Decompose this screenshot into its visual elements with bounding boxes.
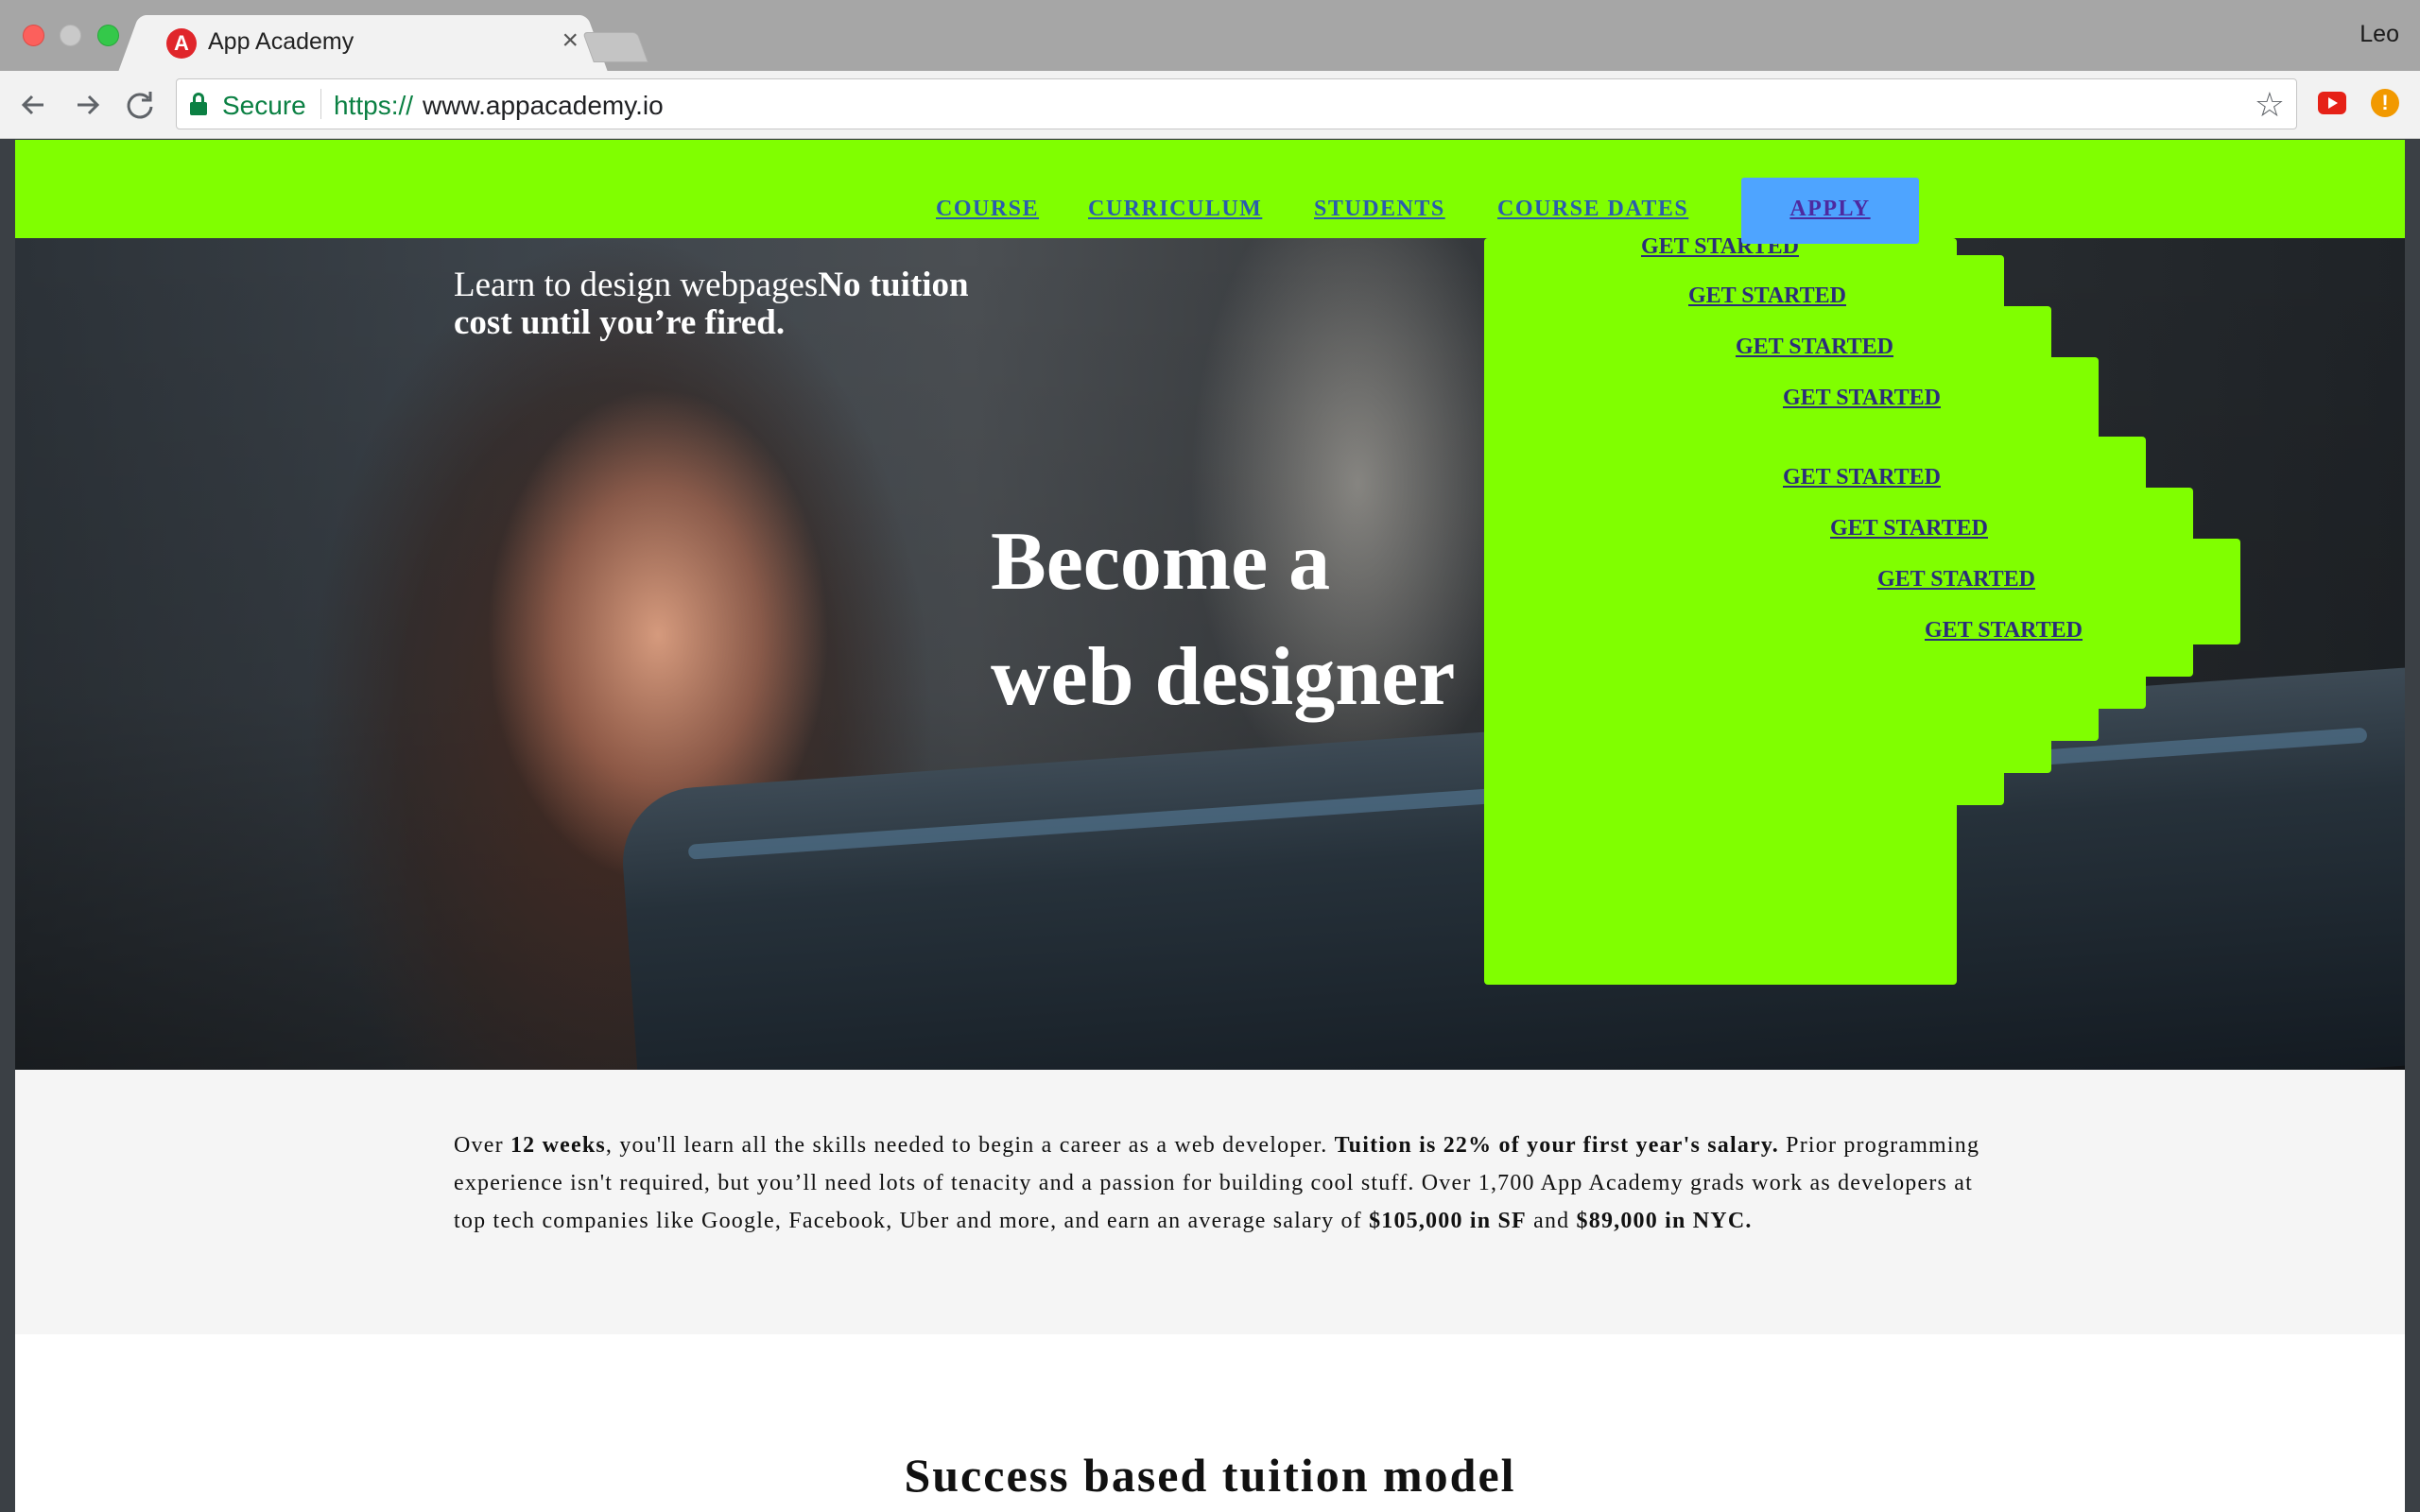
- lock-icon: [190, 93, 207, 115]
- dropdown-panel: [1484, 539, 2240, 644]
- intro-paragraph: Over 12 weeks, you'll learn all the skil…: [454, 1126, 1985, 1240]
- address-bar-divider: [320, 89, 321, 119]
- back-arrow-icon[interactable]: [13, 84, 55, 126]
- intro-highlight: Tuition is 22% of your first year's sala…: [1334, 1133, 1779, 1158]
- apply-button[interactable]: APPLY: [1741, 178, 1919, 244]
- intro-text: and: [1526, 1209, 1577, 1233]
- reload-icon[interactable]: [119, 84, 161, 126]
- intro-text: Over: [454, 1133, 510, 1158]
- alert-icon[interactable]: !: [2371, 89, 2399, 117]
- nav-link-course[interactable]: COURSE: [936, 197, 1039, 222]
- hero-headline-line-2: web designer: [991, 631, 1456, 723]
- window-close-button[interactable]: [23, 25, 44, 46]
- window-minimize-button[interactable]: [60, 25, 81, 46]
- browser-tab-active[interactable]: A App Academy ×: [142, 15, 584, 72]
- url-scheme: https://: [334, 91, 414, 120]
- secure-label: Secure: [222, 91, 306, 120]
- browser-tab-strip: A App Academy × Leo: [0, 0, 2420, 72]
- profile-name[interactable]: Leo: [2360, 21, 2399, 48]
- url-host: www.appacademy.io: [423, 91, 664, 120]
- tab-close-icon[interactable]: ×: [562, 25, 579, 57]
- hero-headline: Become a web designer: [991, 505, 1520, 735]
- intro-highlight: $89,000 in NYC.: [1576, 1209, 1753, 1233]
- hero-tagline: Learn to design webpagesNo tuition cost …: [454, 266, 983, 342]
- get-started-link[interactable]: GET STARTED: [1688, 284, 1846, 309]
- hero-section: Learn to design webpagesNo tuition cost …: [15, 238, 2405, 1070]
- app-academy-favicon-icon: A: [166, 28, 197, 59]
- address-bar[interactable]: Secure https:// www.appacademy.io ☆: [176, 78, 2297, 129]
- youtube-icon[interactable]: [2318, 92, 2346, 114]
- page-viewport: Learn to design webpagesNo tuition cost …: [0, 140, 2420, 1512]
- get-started-link[interactable]: GET STARTED: [1736, 335, 1893, 360]
- star-icon[interactable]: ☆: [2255, 85, 2285, 125]
- new-tab-button[interactable]: [582, 32, 648, 62]
- intro-section: Over 12 weeks, you'll learn all the skil…: [15, 1070, 2405, 1334]
- page: Learn to design webpagesNo tuition cost …: [15, 140, 2405, 1512]
- apply-button-label[interactable]: APPLY: [1741, 197, 1919, 222]
- intro-highlight: $105,000 in SF: [1369, 1209, 1527, 1233]
- forward-arrow-icon[interactable]: [66, 84, 108, 126]
- browser-toolbar: Secure https:// www.appacademy.io ☆: [0, 71, 2420, 139]
- site-nav: COURSE CURRICULUM STUDENTS COURSE DATES …: [15, 140, 2405, 244]
- get-started-link[interactable]: GET STARTED: [1783, 386, 1941, 411]
- nav-link-students[interactable]: STUDENTS: [1314, 197, 1445, 222]
- intro-text: , you'll learn all the skills needed to …: [605, 1133, 1335, 1158]
- get-started-link[interactable]: GET STARTED: [1830, 516, 1988, 541]
- intro-highlight: 12 weeks: [510, 1133, 606, 1158]
- get-started-link[interactable]: GET STARTED: [1877, 567, 2035, 593]
- section-title: Success based tuition model: [904, 1449, 1516, 1502]
- hero-headline-line-1: Become a: [991, 516, 1331, 608]
- get-started-link[interactable]: GET STARTED: [1925, 618, 2083, 644]
- nav-link-curriculum[interactable]: CURRICULUM: [1088, 197, 1262, 222]
- hero-tagline-regular: Learn to design webpages: [454, 266, 819, 304]
- nav-link-course-dates[interactable]: COURSE DATES: [1497, 197, 1688, 222]
- window-maximize-button[interactable]: [97, 25, 119, 46]
- get-started-link[interactable]: GET STARTED: [1783, 465, 1941, 490]
- tab-title: App Academy: [208, 28, 354, 55]
